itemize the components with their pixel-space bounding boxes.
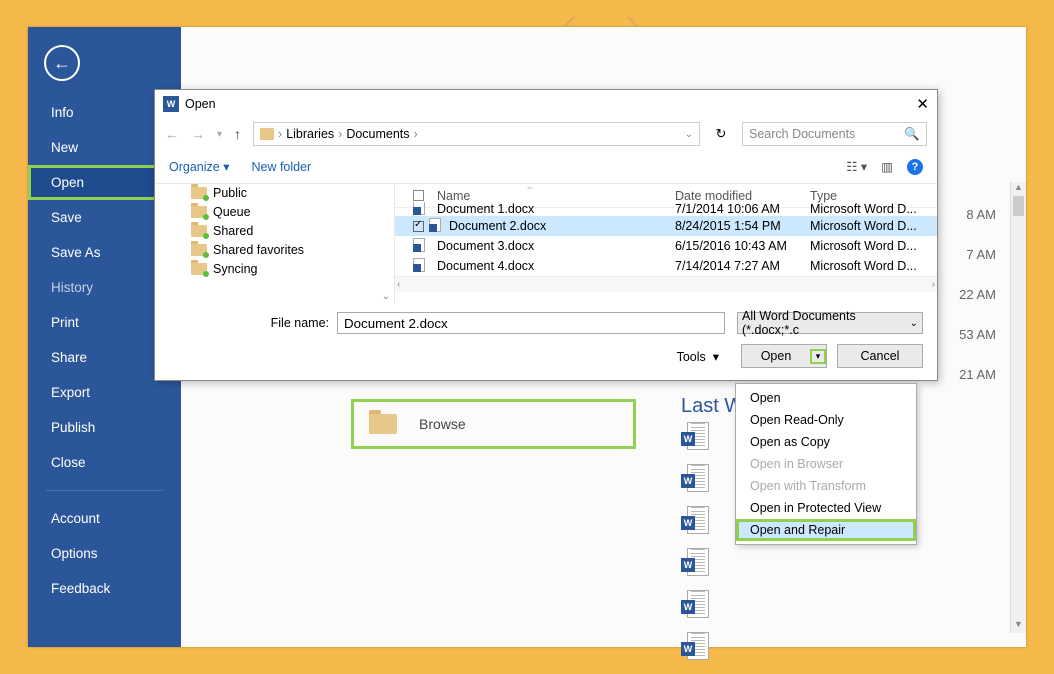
open-option-open[interactable]: Open (736, 387, 916, 409)
tree-item[interactable]: Public (191, 184, 394, 202)
open-dialog: W Open ✕ ← → ▾ ↑ › Libraries › Documents… (154, 89, 938, 381)
nav-forward-icon[interactable]: → (191, 126, 205, 142)
breadcrumb-item[interactable]: Libraries (286, 127, 334, 141)
bg-time: 21 AM (959, 367, 996, 407)
search-icon: 🔍 (904, 127, 920, 142)
tree-scroll-down-icon[interactable]: ⌄ (382, 291, 390, 302)
col-name[interactable]: Name (437, 189, 470, 203)
open-button-dropdown[interactable]: ▾ (810, 349, 826, 364)
breadcrumb-root-icon (260, 128, 274, 140)
filename-input[interactable] (337, 312, 725, 334)
tools-menu[interactable]: Tools ▾ (677, 349, 719, 364)
word-doc-icon (413, 258, 429, 274)
word-doc-icon (429, 218, 445, 234)
filename-label: File name: (169, 316, 337, 330)
horizontal-scrollbar[interactable]: ‹› (395, 276, 937, 292)
recent-doc-icon[interactable]: W (681, 548, 709, 578)
folder-icon (191, 225, 207, 237)
organize-menu[interactable]: Organize ▾ (169, 159, 229, 174)
filetype-value: All Word Documents (*.docx;*.c (742, 309, 910, 337)
refresh-button[interactable]: ↻ (712, 126, 730, 142)
browse-button[interactable]: Browse (351, 399, 636, 449)
recent-doc-icon[interactable]: W (681, 506, 709, 536)
open-option-open-in-protected-view[interactable]: Open in Protected View (736, 497, 916, 519)
col-date[interactable]: Date modified (675, 189, 752, 203)
cancel-button[interactable]: Cancel (837, 344, 923, 368)
recent-doc-icon[interactable]: W (681, 590, 709, 620)
open-option-open-read-only[interactable]: Open Read-Only (736, 409, 916, 431)
file-checkbox[interactable] (413, 221, 424, 232)
recent-doc-icon[interactable]: W (681, 632, 709, 662)
sidebar-item-publish[interactable]: Publish (28, 410, 181, 445)
open-option-open-as-copy[interactable]: Open as Copy (736, 431, 916, 453)
breadcrumb-item[interactable]: Documents (346, 127, 409, 141)
open-option-open-with-transform: Open with Transform (736, 475, 916, 497)
folder-icon (369, 414, 397, 434)
sidebar-item-close[interactable]: Close (28, 445, 181, 480)
file-row[interactable]: Document 1.docx7/1/2014 10:06 AMMicrosof… (395, 202, 937, 216)
sort-indicator-icon: ⌢ (527, 182, 533, 193)
dialog-close-button[interactable]: ✕ (916, 95, 929, 113)
col-type[interactable]: Type (810, 189, 837, 203)
tree-item[interactable]: Syncing (191, 260, 394, 278)
word-window: Document4 - Word Mauro Huc. — ▢ ✕ ← Info… (28, 27, 1026, 647)
filetype-dropdown[interactable]: All Word Documents (*.docx;*.c ⌄ (737, 312, 923, 334)
bg-time: 7 AM (959, 247, 996, 287)
tree-item[interactable]: Shared (191, 222, 394, 240)
tree-item[interactable]: Shared favorites (191, 241, 394, 259)
dialog-title: Open (185, 97, 216, 111)
recent-doc-icon[interactable]: W (681, 464, 709, 494)
word-doc-icon (413, 202, 429, 216)
help-icon[interactable]: ? (907, 159, 923, 175)
sidebar-item-options[interactable]: Options (28, 536, 181, 571)
preview-pane-icon[interactable]: ▥ (881, 159, 893, 174)
sidebar-item-account[interactable]: Account (28, 501, 181, 536)
folder-icon (191, 187, 207, 199)
nav-back-icon[interactable]: ← (165, 126, 179, 142)
back-button[interactable]: ← (44, 45, 80, 81)
dialog-titlebar: W Open ✕ (155, 90, 937, 118)
breadcrumb-bar[interactable]: › Libraries › Documents › ⌄ (253, 122, 700, 146)
nav-up-icon[interactable]: ↑ (234, 126, 241, 142)
bg-time: 8 AM (959, 207, 996, 247)
breadcrumb-dropdown-icon[interactable]: ⌄ (685, 129, 693, 140)
nav-recent-icon[interactable]: ▾ (217, 129, 222, 140)
folder-icon (191, 206, 207, 218)
recent-doc-icon[interactable]: W (681, 422, 709, 452)
open-button[interactable]: Open ▾ (741, 344, 827, 368)
file-list: ⌢ Name Date modified Type Document 1.doc… (395, 184, 937, 304)
bg-time: 22 AM (959, 287, 996, 327)
select-all-checkbox[interactable] (413, 190, 424, 201)
open-option-open-and-repair[interactable]: Open and Repair (736, 519, 916, 541)
word-doc-icon (413, 238, 429, 254)
open-option-open-in-browser: Open in Browser (736, 453, 916, 475)
file-row[interactable]: Document 2.docx8/24/2015 1:54 PMMicrosof… (395, 216, 937, 236)
folder-icon (191, 244, 207, 256)
open-options-menu: OpenOpen Read-OnlyOpen as CopyOpen in Br… (735, 383, 917, 545)
open-button-label: Open (742, 349, 810, 363)
file-row[interactable]: Document 4.docx7/14/2014 7:27 AMMicrosof… (395, 256, 937, 276)
vertical-scrollbar[interactable]: ▲ ▼ (1010, 182, 1026, 633)
new-folder-button[interactable]: New folder (251, 160, 311, 174)
tree-item[interactable]: Queue (191, 203, 394, 221)
chevron-down-icon: ⌄ (910, 318, 918, 329)
cancel-button-label: Cancel (861, 349, 900, 363)
folder-icon (191, 263, 207, 275)
sidebar-item-feedback[interactable]: Feedback (28, 571, 181, 606)
bg-time: 53 AM (959, 327, 996, 367)
folder-tree[interactable]: PublicQueueSharedShared favoritesSyncing… (155, 184, 395, 304)
search-input[interactable]: Search Documents 🔍 (742, 122, 927, 146)
file-row[interactable]: Document 3.docx6/15/2016 10:43 AMMicroso… (395, 236, 937, 256)
word-icon: W (163, 96, 179, 112)
browse-label: Browse (419, 416, 466, 432)
view-options-icon[interactable]: ☷ ▾ (846, 159, 867, 174)
search-placeholder: Search Documents (749, 127, 855, 141)
